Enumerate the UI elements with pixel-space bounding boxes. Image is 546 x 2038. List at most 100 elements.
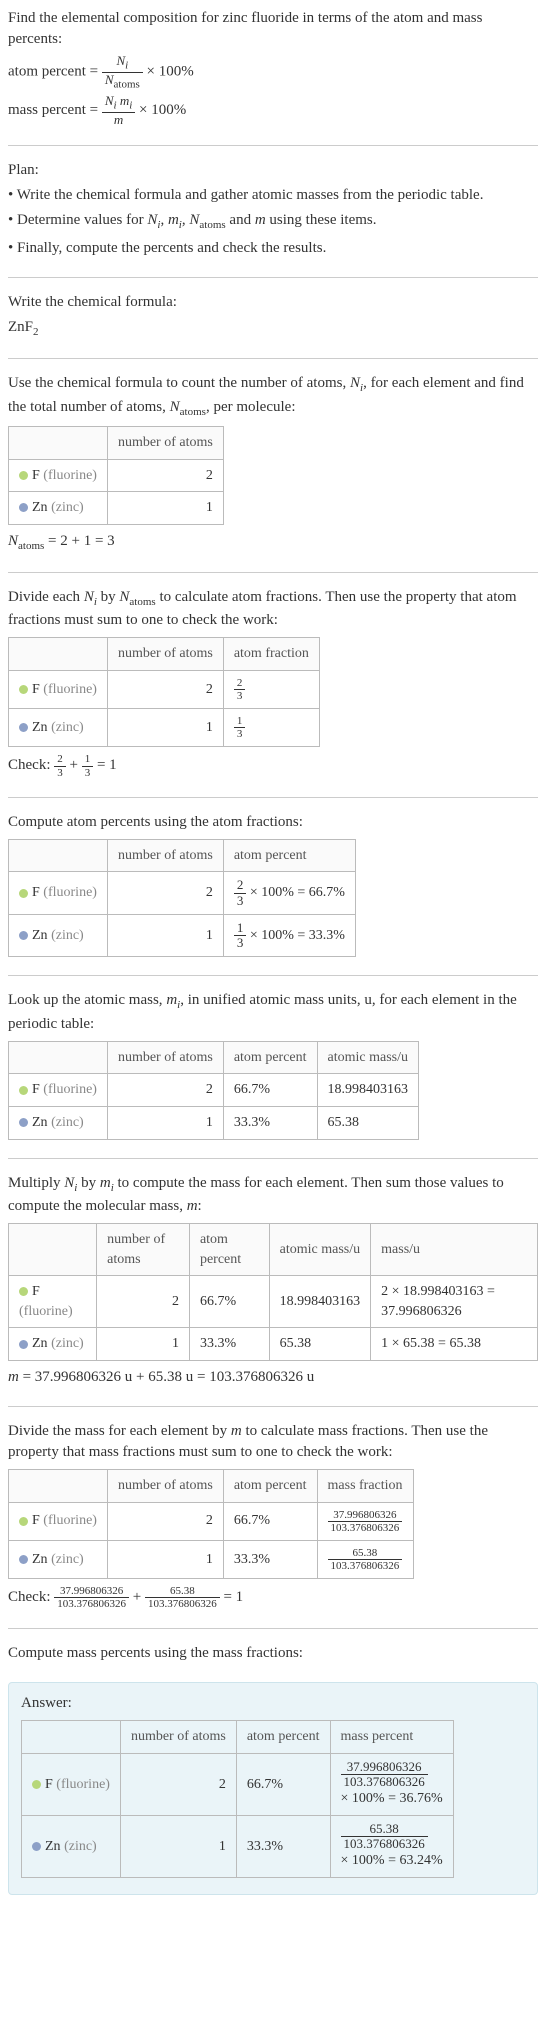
atomic-mass-cell: 18.998403163 [269,1276,371,1328]
count-cell: 1 [107,1107,223,1140]
empty-header [22,1721,121,1754]
table-row: Zn (zinc) 1 13 × 100% = 33.3% [9,914,356,957]
count-cell: 1 [97,1328,190,1361]
mass-header: mass/u [371,1223,538,1275]
table-row: Zn (zinc) 1 33.3% 65.38103.376806326 × 1… [22,1815,454,1877]
fraction: Ni mi m [102,94,135,127]
mass-fraction-header: mass fraction [317,1469,413,1502]
atomic-mass-cell: 65.38 [269,1328,371,1361]
chemical-formula-section: Write the chemical formula: ZnF2 [8,292,538,340]
divider [8,1406,538,1407]
num-atoms-header: number of atoms [107,638,223,671]
mass-percent-cell: 65.38103.376806326 × 100% = 63.24% [330,1815,453,1877]
percent-cell: 33.3% [223,1540,317,1578]
check-line: Check: 23 + 13 = 1 [8,753,538,778]
dot-icon [19,1340,28,1349]
num-atoms-header: number of atoms [107,1469,223,1502]
divider [8,277,538,278]
multiply-mass-section: Multiply Ni by mi to compute the mass fo… [8,1173,538,1388]
table-row: Zn (zinc) 1 33.3% 65.38 1 × 65.38 = 65.3… [9,1328,538,1361]
dot-icon [19,723,28,732]
num-atoms-header: number of atoms [107,426,223,459]
atomic-mass-text: Look up the atomic mass, mi, in unified … [8,990,538,1034]
mass-percent-cell: 37.996806326103.376806326 × 100% = 36.76… [330,1753,453,1815]
dot-icon [19,1287,28,1296]
table-header-row: number of atoms atom percent atomic mass… [9,1041,419,1074]
dot-icon [19,931,28,940]
empty-header [9,638,108,671]
element-cell: F (fluorine) [9,1502,108,1540]
atomic-mass-header: atomic mass/u [269,1223,371,1275]
atomic-mass-table: number of atoms atom percent atomic mass… [8,1041,419,1140]
intro-section: Find the elemental composition for zinc … [8,8,538,127]
atom-percents-text: Compute atom percents using the atom fra… [8,812,538,833]
divider [8,1158,538,1159]
dot-icon [19,889,28,898]
table-row: F (fluorine) 2 23 [9,671,320,709]
check-line: Check: 37.996806326103.376806326 + 65.38… [8,1585,538,1610]
element-cell: Zn (zinc) [9,1107,108,1140]
mass-cell: 2 × 18.998403163 = 37.996806326 [371,1276,538,1328]
element-cell: Zn (zinc) [9,709,108,747]
atom-percent-header: atom percent [189,1223,269,1275]
element-cell: F (fluorine) [9,1074,108,1107]
element-cell: Zn (zinc) [9,492,108,525]
count-cell: 2 [107,872,223,915]
count-cell: 1 [107,1540,223,1578]
total-mass: m = 37.996806326 u + 65.38 u = 103.37680… [8,1367,538,1388]
table-row: Zn (zinc) 1 33.3% 65.38 [9,1107,419,1140]
table-row: Zn (zinc) 1 33.3% 65.38103.376806326 [9,1540,414,1578]
dot-icon [19,471,28,480]
divider [8,797,538,798]
table-row: Zn (zinc) 1 13 [9,709,320,747]
mass-percents-text: Compute mass percents using the mass fra… [8,1643,538,1664]
percent-cell: 33.3% [223,1107,317,1140]
table-header-row: number of atoms atom fraction [9,638,320,671]
mass-percents-section: Compute mass percents using the mass fra… [8,1643,538,1664]
plan-bullet-3: • Finally, compute the percents and chec… [8,238,538,259]
num-atoms-header: number of atoms [97,1223,190,1275]
count-atoms-section: Use the chemical formula to count the nu… [8,373,538,554]
fraction-cell: 65.38103.376806326 [317,1540,413,1578]
percent-cell: 13 × 100% = 33.3% [223,914,355,957]
percent-cell: 33.3% [189,1328,269,1361]
empty-header [9,1469,108,1502]
plan-bullet-1: • Write the chemical formula and gather … [8,185,538,206]
mass-fractions-text: Divide the mass for each element by m to… [8,1421,538,1463]
num-atoms-header: number of atoms [120,1721,236,1754]
table-row: Zn (zinc) 1 [9,492,224,525]
fraction-cell: 37.996806326103.376806326 [317,1502,413,1540]
table-header-row: number of atoms atom percent [9,839,356,872]
fraction-cell: 13 [223,709,319,747]
element-cell: Zn (zinc) [22,1815,121,1877]
dot-icon [19,503,28,512]
atom-percent-header: atom percent [236,1721,330,1754]
count-atoms-text: Use the chemical formula to count the nu… [8,373,538,420]
num-atoms-header: number of atoms [107,1041,223,1074]
table-row: F (fluorine) 2 [9,459,224,492]
write-formula-text: Write the chemical formula: [8,292,538,313]
dot-icon [32,1842,41,1851]
empty-header [9,1041,108,1074]
table-row: F (fluorine) 2 66.7% 37.996806326103.376… [22,1753,454,1815]
percent-cell: 66.7% [236,1753,330,1815]
atomic-mass-header: atomic mass/u [317,1041,419,1074]
dot-icon [19,1517,28,1526]
count-cell: 2 [107,671,223,709]
atom-percent-formula: atom percent = Ni Natoms × 100% [8,54,538,90]
dot-icon [19,685,28,694]
answer-label: Answer: [21,1693,525,1714]
mass-fractions-table: number of atoms atom percent mass fracti… [8,1469,414,1579]
count-cell: 2 [107,1074,223,1107]
percent-cell: 33.3% [236,1815,330,1877]
atom-percents-table: number of atoms atom percent F (fluorine… [8,839,356,958]
table-row: F (fluorine) 2 66.7% 18.998403163 2 × 18… [9,1276,538,1328]
atom-fractions-section: Divide each Ni by Natoms to calculate at… [8,587,538,779]
element-cell: F (fluorine) [9,1276,97,1328]
dot-icon [19,1118,28,1127]
element-cell: F (fluorine) [9,872,108,915]
empty-header [9,426,108,459]
empty-header [9,1223,97,1275]
divider [8,1628,538,1629]
mass-fractions-section: Divide the mass for each element by m to… [8,1421,538,1610]
